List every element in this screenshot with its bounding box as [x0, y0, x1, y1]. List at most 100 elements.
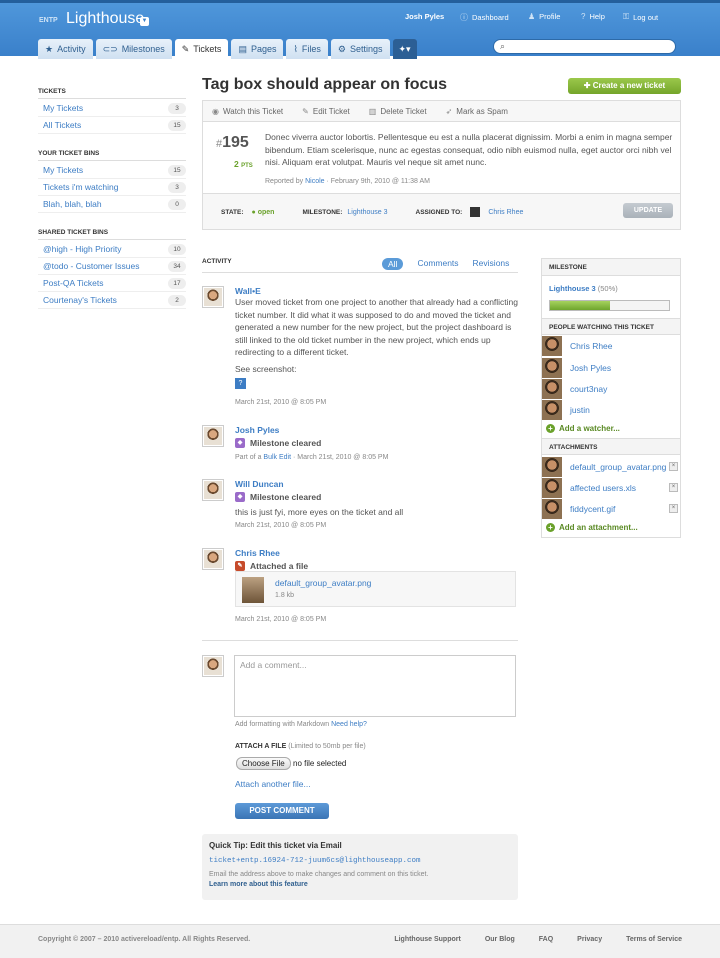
attachment-link[interactable]: default_group_avatar.png — [570, 462, 666, 472]
sidebar-item-bin[interactable]: Tickets i'm watching 3 — [38, 179, 186, 196]
sidebar-item-label[interactable]: Post-QA Tickets — [43, 278, 103, 288]
project-title[interactable]: Lighthouse — [66, 10, 144, 28]
learn-more-link[interactable]: Learn more about this feature — [209, 881, 308, 888]
add-watcher-button[interactable]: + Add a watcher... — [546, 424, 620, 433]
update-button[interactable]: UPDATE — [623, 203, 673, 218]
pencil-icon: ✎ — [302, 106, 309, 116]
tip-email[interactable]: ticket+entp.16924-712-juum6cs@lighthouse… — [209, 857, 511, 865]
remove-attachment-icon[interactable]: × — [669, 504, 678, 513]
sidebar-item-all-tickets[interactable]: All Tickets 15 — [38, 117, 186, 134]
sidebar-item-my-tickets[interactable]: My Tickets 3 — [38, 100, 186, 117]
edit-ticket-button[interactable]: ✎ Edit Ticket — [302, 107, 350, 116]
watcher-link[interactable]: Chris Rhee — [570, 341, 613, 351]
attached-file[interactable]: default_group_avatar.png 1.8 kb — [235, 571, 516, 607]
tab-files[interactable]: ⌇ Files — [286, 39, 328, 59]
comment-textarea[interactable]: Add a comment... — [234, 655, 516, 717]
sidebar-item-label[interactable]: My Tickets — [43, 103, 83, 113]
markdown-help-link[interactable]: Need help? — [331, 721, 367, 728]
milestone-link[interactable]: Lighthouse 3 — [347, 209, 387, 216]
watcher-item: justin — [542, 399, 682, 420]
filter-all[interactable]: All — [382, 258, 404, 270]
remove-attachment-icon[interactable]: × — [669, 483, 678, 492]
footer-link-blog[interactable]: Our Blog — [485, 936, 515, 943]
dashboard-link[interactable]: ⓘ Dashboard — [460, 12, 509, 23]
watcher-link[interactable]: Josh Pyles — [570, 363, 611, 373]
post-comment-button[interactable]: POST COMMENT — [235, 803, 329, 819]
sidebar-item-label[interactable]: Courtenay's Tickets — [43, 295, 117, 305]
filter-comments[interactable]: Comments — [417, 258, 458, 270]
help-link[interactable]: ? Help — [581, 12, 605, 21]
watchers-heading: PEOPLE WATCHING THIS TICKET — [542, 318, 680, 335]
screenshot-thumbnail-icon[interactable]: ? — [235, 378, 246, 389]
footer-link-support[interactable]: Lighthouse Support — [394, 936, 461, 943]
delete-ticket-button[interactable]: ▥ Delete Ticket — [369, 107, 427, 116]
profile-link[interactable]: ♟ Profile — [528, 12, 560, 21]
attachment-thumbnail — [542, 456, 562, 477]
add-attachment-button[interactable]: + Add an attachment... — [546, 523, 638, 532]
current-user[interactable]: Josh Pyles — [405, 12, 444, 21]
create-ticket-button[interactable]: ✚ Create a new ticket — [568, 78, 681, 94]
pin-icon: ✦▾ — [398, 43, 411, 54]
choose-file-button[interactable]: Choose File — [236, 757, 291, 770]
sidebar-item-label[interactable]: @high - High Priority — [43, 244, 122, 254]
sidebar-item-shared-bin[interactable]: @high - High Priority 10 — [38, 241, 186, 258]
tag-icon: ✎ — [181, 43, 190, 54]
pin-menu-button[interactable]: ✦▾ — [392, 39, 417, 59]
add-ticket-icon: ✚ — [583, 81, 593, 90]
sidebar-item-bin[interactable]: Blah, blah, blah 0 — [38, 196, 186, 213]
tab-pages[interactable]: ▤ Pages — [231, 39, 284, 59]
state-value[interactable]: ● open — [252, 209, 275, 216]
watcher-link[interactable]: justin — [570, 405, 590, 415]
sidebar-item-shared-bin[interactable]: @todo - Customer Issues 34 — [38, 258, 186, 275]
reporter-link[interactable]: Nicole — [305, 178, 324, 185]
activity-filters: All Comments Revisions — [382, 258, 509, 270]
author-link[interactable]: Will Duncan — [235, 479, 284, 489]
sidebar-item-label[interactable]: Tickets i'm watching — [43, 182, 118, 192]
watcher-link[interactable]: court3nay — [570, 384, 607, 394]
search-input[interactable]: ⌕ — [493, 39, 676, 54]
markdown-hint: Add formatting with Markdown Need help? — [235, 721, 367, 728]
add-icon: + — [546, 424, 555, 433]
tab-tickets[interactable]: ✎ Tickets — [174, 39, 229, 59]
tab-activity[interactable]: ★ Activity — [38, 39, 93, 59]
logout-link[interactable]: ⚿ Log out — [623, 12, 658, 22]
project-dropdown-icon[interactable]: ▼ — [140, 17, 149, 26]
divider — [202, 640, 518, 641]
assignee-link[interactable]: Chris Rhee — [488, 209, 523, 216]
dashboard-icon: ⓘ — [460, 13, 468, 22]
milestone-link[interactable]: Lighthouse 3 — [549, 284, 596, 293]
count-badge: 3 — [168, 102, 186, 114]
watcher-item: Josh Pyles — [542, 357, 682, 378]
footer-link-terms[interactable]: Terms of Service — [626, 936, 682, 943]
tab-settings[interactable]: ⚙ Settings — [330, 39, 390, 59]
mark-spam-button[interactable]: ➶ Mark as Spam — [446, 107, 508, 116]
footer-link-privacy[interactable]: Privacy — [577, 936, 602, 943]
remove-attachment-icon[interactable]: × — [669, 462, 678, 471]
tab-milestones[interactable]: ⊂⊃ Milestones — [95, 39, 172, 59]
attachments-heading: ATTACHMENTS — [542, 438, 680, 455]
attachment-link[interactable]: fiddycent.gif — [570, 504, 615, 514]
paperclip-icon: ⌇ — [293, 43, 298, 54]
author-link[interactable]: Josh Pyles — [235, 425, 279, 435]
file-link[interactable]: default_group_avatar.png — [275, 578, 371, 588]
comment-text: See screenshot: — [235, 363, 297, 374]
filter-revisions[interactable]: Revisions — [473, 258, 510, 270]
author-link[interactable]: Chris Rhee — [235, 548, 280, 558]
sidebar-item-label[interactable]: All Tickets — [43, 120, 81, 130]
sidebar-item-shared-bin[interactable]: Courtenay's Tickets 2 — [38, 292, 186, 309]
sidebar-item-shared-bin[interactable]: Post-QA Tickets 17 — [38, 275, 186, 292]
attachment-link[interactable]: affected users.xls — [570, 483, 636, 493]
sidebar-item-label[interactable]: @todo - Customer Issues — [43, 261, 140, 271]
footer-link-faq[interactable]: FAQ — [539, 936, 553, 943]
attachment-item: affected users.xls × — [542, 477, 682, 498]
bulk-edit-link[interactable]: Bulk Edit — [263, 454, 291, 461]
count-badge: 15 — [168, 164, 186, 176]
sidebar-item-bin[interactable]: My Tickets 15 — [38, 162, 186, 179]
sidebar-item-label[interactable]: My Tickets — [43, 165, 83, 175]
watch-ticket-button[interactable]: ◉ Watch this Ticket — [212, 107, 283, 116]
attachment-thumbnail — [542, 498, 562, 519]
attach-another-link[interactable]: Attach another file... — [235, 779, 311, 789]
author-link[interactable]: Wall•E — [235, 286, 261, 296]
sidebar-item-label[interactable]: Blah, blah, blah — [43, 199, 102, 209]
avatar — [202, 479, 224, 501]
